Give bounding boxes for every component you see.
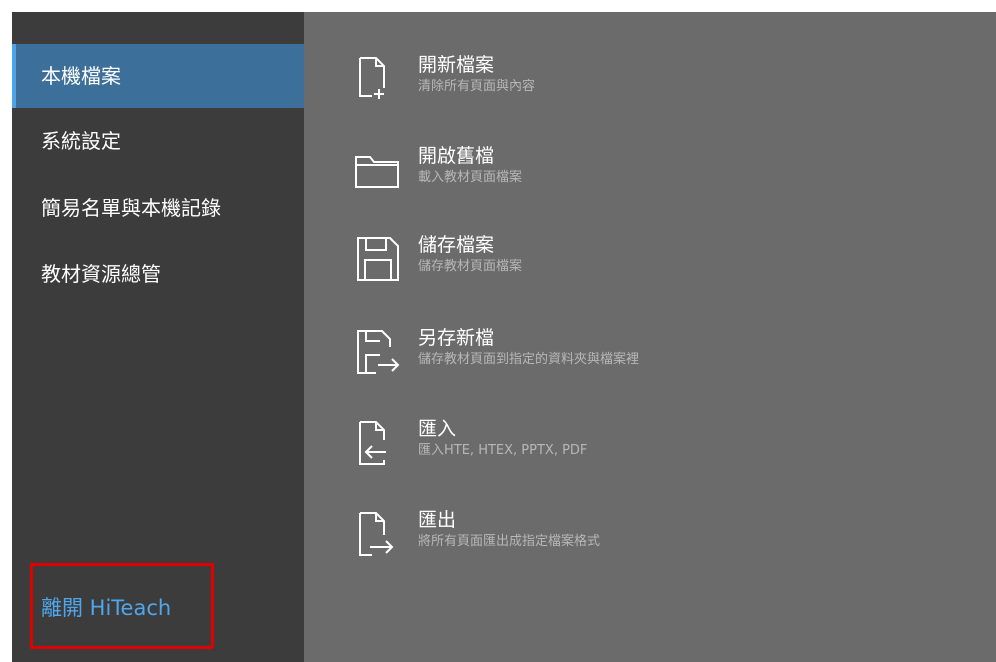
import-action[interactable]: 匯入 匯入HTE, HTEX, PPTX, PDF xyxy=(352,416,952,496)
save-file-action[interactable]: 儲存檔案 儲存教材頁面檔案 xyxy=(352,232,952,312)
import-icon xyxy=(352,416,408,472)
exit-hiteach-button[interactable]: 離開 HiTeach xyxy=(41,594,171,622)
action-description: 儲存教材頁面到指定的資料夾與檔案裡 xyxy=(418,352,640,367)
sidebar-item-label: 簡易名單與本機記錄 xyxy=(41,196,221,220)
sidebar-item-label: 本機檔案 xyxy=(41,64,121,88)
action-description: 載入教材頁面檔案 xyxy=(418,170,523,185)
action-title: 開新檔案 xyxy=(418,54,495,76)
sidebar-item-system-settings[interactable]: 系統設定 xyxy=(12,109,304,173)
action-title: 另存新檔 xyxy=(418,327,495,349)
action-title: 匯入 xyxy=(418,418,457,440)
new-file-action[interactable]: 開新檔案 清除所有頁面與內容 xyxy=(352,52,952,132)
sidebar-item-roster-records[interactable]: 簡易名單與本機記錄 xyxy=(12,176,304,240)
save-icon xyxy=(352,232,408,288)
action-description: 匯入HTE, HTEX, PPTX, PDF xyxy=(418,443,588,458)
new-file-icon xyxy=(352,52,408,108)
sidebar-item-label: 教材資源總管 xyxy=(41,262,161,286)
export-icon xyxy=(352,507,408,563)
action-description: 清除所有頁面與內容 xyxy=(418,79,536,94)
sidebar-item-resource-manager[interactable]: 教材資源總管 xyxy=(12,242,304,306)
sidebar-item-local-files[interactable]: 本機檔案 xyxy=(12,44,304,108)
action-description: 儲存教材頁面檔案 xyxy=(418,259,523,274)
folder-icon xyxy=(352,143,408,199)
open-file-action[interactable]: 開啟舊檔 載入教材頁面檔案 xyxy=(352,143,952,223)
save-as-icon xyxy=(352,325,408,381)
export-action[interactable]: 匯出 將所有頁面匯出成指定檔案格式 xyxy=(352,507,952,587)
action-title: 儲存檔案 xyxy=(418,234,495,256)
action-title: 開啟舊檔 xyxy=(418,145,495,167)
file-menu-window: 本機檔案 系統設定 簡易名單與本機記錄 教材資源總管 離開 HiTeach 開新… xyxy=(12,12,996,662)
action-title: 匯出 xyxy=(418,509,457,531)
sidebar: 本機檔案 系統設定 簡易名單與本機記錄 教材資源總管 離開 HiTeach xyxy=(12,12,304,662)
save-as-action[interactable]: 另存新檔 儲存教材頁面到指定的資料夾與檔案裡 xyxy=(352,325,952,405)
action-description: 將所有頁面匯出成指定檔案格式 xyxy=(418,534,601,549)
sidebar-item-label: 系統設定 xyxy=(41,129,121,153)
